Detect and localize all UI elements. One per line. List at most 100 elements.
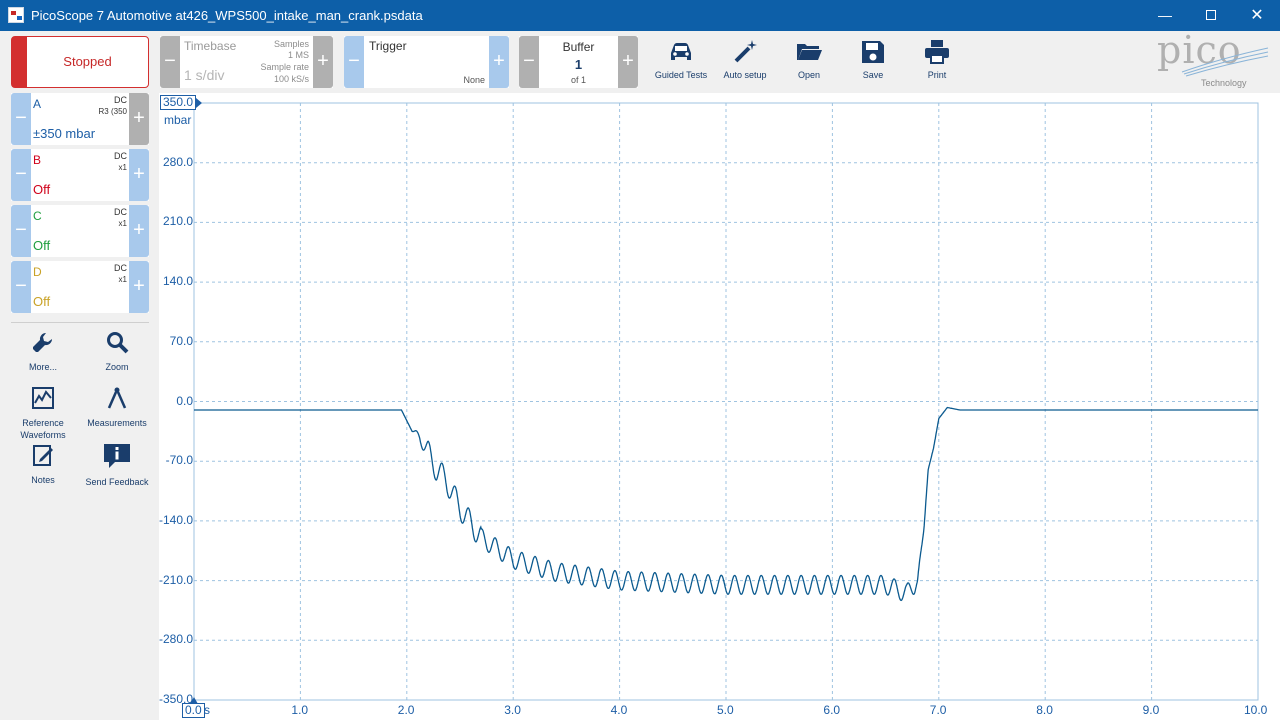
channel-c-increase-button[interactable]: + xyxy=(129,205,149,257)
print-label: Print xyxy=(927,70,947,80)
channel-a-coupling[interactable]: DC xyxy=(114,95,127,105)
channel-d-panel[interactable]: − D DC x1 Off + xyxy=(11,261,149,313)
channel-b-coupling[interactable]: DC xyxy=(114,151,127,161)
printer-icon xyxy=(925,40,949,64)
window-title: PicoScope 7 Automotive at426_WPS500_inta… xyxy=(31,8,423,23)
auto-setup-button[interactable]: Auto setup xyxy=(715,36,775,88)
x-tick-label: 7.0 xyxy=(929,703,947,717)
save-button[interactable]: Save xyxy=(843,36,903,88)
timebase-value[interactable]: 1 s/div xyxy=(184,67,224,83)
y-tick-label: 70.0 xyxy=(169,333,193,348)
x-tick-label: 10.0 xyxy=(1244,703,1268,717)
y-tick-label: 210.0 xyxy=(162,214,193,229)
channel-c-coupling[interactable]: DC xyxy=(114,207,127,217)
trigger-control: − Trigger None + xyxy=(344,36,509,88)
trigger-label: Trigger xyxy=(369,39,407,53)
buffer-next-button[interactable]: + xyxy=(618,36,638,88)
channel-c-panel[interactable]: − C DC x1 Off + xyxy=(11,205,149,257)
more-button[interactable]: More... xyxy=(8,330,78,373)
reference-waveforms-label: Reference Waveforms xyxy=(20,418,66,440)
more-label: More... xyxy=(28,362,57,372)
x-tick-label: 3.0 xyxy=(504,703,521,717)
notes-label: Notes xyxy=(31,475,55,485)
floppy-icon xyxy=(862,41,884,63)
channel-d-decrease-button[interactable]: − xyxy=(11,261,31,313)
run-stop-button[interactable]: Stopped xyxy=(11,36,149,88)
folder-icon xyxy=(797,44,822,60)
channel-a-increase-button[interactable]: + xyxy=(129,93,149,145)
timebase-decrease-button[interactable]: − xyxy=(160,36,180,88)
x-tick-label: 4.0 xyxy=(610,703,628,717)
samples-value[interactable]: 1 MS xyxy=(288,50,309,60)
trigger-increase-button[interactable]: + xyxy=(489,36,509,88)
sidebar-divider xyxy=(11,322,149,323)
wrench-icon xyxy=(33,332,53,352)
x-tick-label: 6.0 xyxy=(823,703,841,717)
channel-b-panel[interactable]: − B DC x1 Off + xyxy=(11,149,149,201)
open-button[interactable]: Open xyxy=(779,36,839,88)
measurements-button[interactable]: Measurements xyxy=(82,386,152,429)
calipers-icon xyxy=(107,387,127,409)
minimize-button[interactable]: — xyxy=(1142,0,1188,31)
x-tick-label: 5.0 xyxy=(717,703,734,717)
sample-rate-value: 100 kS/s xyxy=(273,74,309,84)
y-axis-top-value[interactable]: 350.0 xyxy=(160,95,197,110)
send-feedback-button[interactable]: Send Feedback xyxy=(82,443,152,488)
zoom-button[interactable]: Zoom xyxy=(82,330,152,373)
channel-a-name: A xyxy=(33,97,42,111)
channel-b-range[interactable]: Off xyxy=(33,182,50,197)
y-tick-label: 0.0 xyxy=(176,393,193,408)
buffer-index: 1 xyxy=(574,57,583,72)
y-tick-label: -280.0 xyxy=(158,632,193,647)
channel-d-range[interactable]: Off xyxy=(33,294,50,309)
app-icon xyxy=(8,7,24,23)
car-icon xyxy=(671,43,691,60)
channel-b-probe[interactable]: x1 xyxy=(119,163,127,172)
zoom-label: Zoom xyxy=(105,362,129,372)
title-bar: PicoScope 7 Automotive at426_WPS500_inta… xyxy=(0,0,1280,31)
channel-b-name: B xyxy=(33,153,42,167)
channel-c-decrease-button[interactable]: − xyxy=(11,205,31,257)
x-tick-label: 1.0 xyxy=(291,703,309,717)
x-axis-start-value[interactable]: 0.0 xyxy=(182,703,205,718)
x-tick-label: 8.0 xyxy=(1036,703,1053,717)
notes-button[interactable]: Notes xyxy=(8,443,78,486)
maximize-button[interactable] xyxy=(1188,0,1234,31)
guided-tests-button[interactable]: Guided Tests xyxy=(651,36,711,88)
trigger-decrease-button[interactable]: − xyxy=(344,36,364,88)
reference-waveforms-button[interactable]: Reference Waveforms xyxy=(8,386,78,441)
channel-b-increase-button[interactable]: + xyxy=(129,149,149,201)
channel-a-probe[interactable]: R3 (350 xyxy=(99,107,127,116)
waveform-chart[interactable] xyxy=(159,93,1280,720)
channel-d-probe[interactable]: x1 xyxy=(119,275,127,284)
notes-icon xyxy=(33,445,53,466)
timebase-increase-button[interactable]: + xyxy=(313,36,333,88)
channel-d-coupling[interactable]: DC xyxy=(114,263,127,273)
y-tick-label: -140.0 xyxy=(158,512,193,527)
y-tick-label: 280.0 xyxy=(162,154,193,169)
close-button[interactable]: ✕ xyxy=(1234,0,1280,31)
wand-icon xyxy=(734,40,757,63)
timebase-control: − Timebase 1 s/div Samples 1 MS Sample r… xyxy=(160,36,333,88)
channel-a-panel[interactable]: − A DC R3 (350 ±350 mbar + xyxy=(11,93,149,145)
pico-logo: pico Technology xyxy=(1152,28,1272,90)
scope-plot[interactable]: 350.0 mbar 280.0 210.0 140.0 70.0 0.0 -70.0 -1… xyxy=(159,93,1280,720)
channel-c-range[interactable]: Off xyxy=(33,238,50,253)
channel-d-increase-button[interactable]: + xyxy=(129,261,149,313)
y-tick-label: -210.0 xyxy=(158,572,193,587)
channel-a-range[interactable]: ±350 mbar xyxy=(33,126,95,141)
y-axis-unit: mbar xyxy=(164,113,192,127)
print-button[interactable]: Print xyxy=(907,36,967,88)
buffer-count: of 1 xyxy=(570,75,586,85)
timebase-label: Timebase xyxy=(184,39,237,53)
plot-border xyxy=(193,102,1259,701)
channel-b-decrease-button[interactable]: − xyxy=(11,149,31,201)
trigger-mode[interactable]: None xyxy=(463,75,485,85)
samples-label: Samples xyxy=(273,39,309,49)
channel-a-decrease-button[interactable]: − xyxy=(11,93,31,145)
channel-c-name: C xyxy=(33,209,42,223)
buffer-previous-button[interactable]: − xyxy=(519,36,539,88)
channel-c-probe[interactable]: x1 xyxy=(119,219,127,228)
logo-subtitle: Technology xyxy=(1201,78,1247,88)
buffer-label: Buffer xyxy=(562,40,595,54)
